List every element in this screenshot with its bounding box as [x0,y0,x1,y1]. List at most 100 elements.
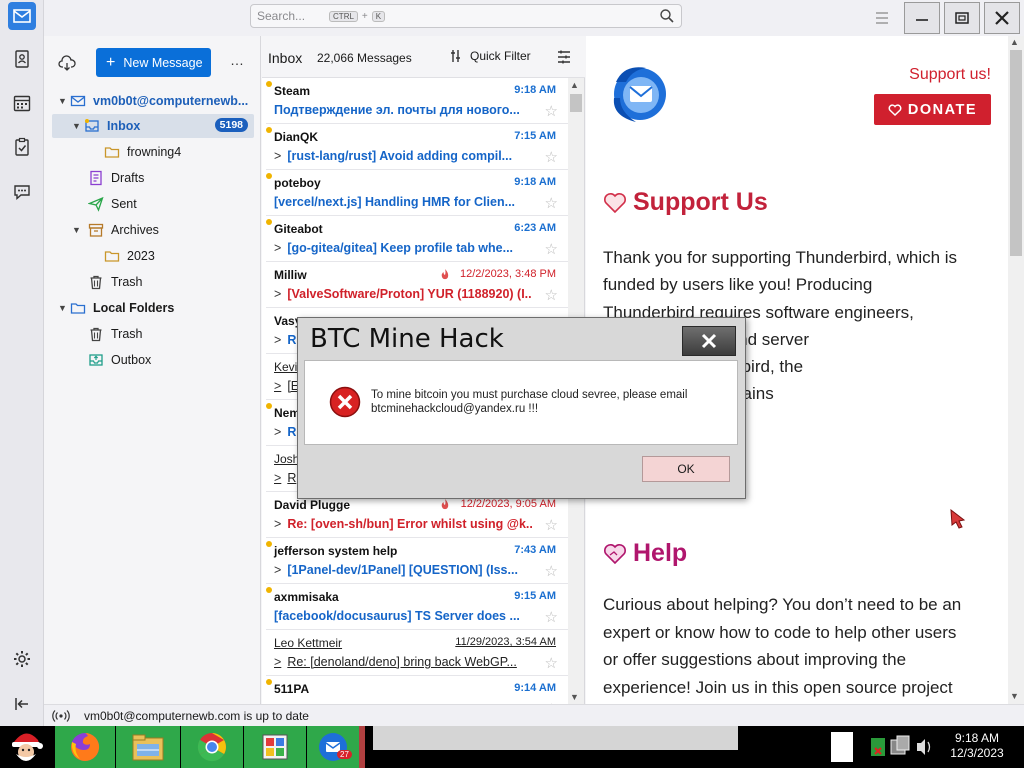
message-sender: Giteabot [274,222,323,236]
tray-icons[interactable] [867,734,935,760]
star-icon[interactable]: ☆ [545,608,558,626]
taskbar-chrome[interactable] [181,726,243,768]
clock[interactable]: 9:18 AM 12/3/2023 [944,731,1010,761]
new-message-button[interactable]: + New Message [96,48,211,77]
thread-scroll-thumb[interactable] [570,94,582,112]
message-sender: axmmisaka [274,590,339,604]
message-scroll-thumb[interactable] [1010,50,1022,256]
title-bar: Search... CTRL + K [44,0,1024,36]
table-row[interactable]: jefferson system help 7:43 AM > [1Panel-dev… [266,538,568,584]
search-input[interactable]: Search... CTRL + K [250,4,682,28]
account-item[interactable]: ▼ vm0b0t@computernewb... [58,89,248,113]
start-santa-icon [12,733,43,761]
message-subject-row: [vercel/next.js] Handling HMR for Clien.… [274,195,532,209]
support-us-link[interactable]: Support us! [909,66,991,84]
chevron-right-icon[interactable]: > [274,655,281,669]
star-icon[interactable]: ☆ [545,240,558,258]
unread-count-badge: 5198 [214,118,248,132]
calendar-icon[interactable] [8,89,36,117]
close-window-button[interactable] [984,2,1020,34]
folder-drafts[interactable]: Drafts [88,166,144,190]
chevron-right-icon[interactable]: > [274,563,281,577]
tasks-icon[interactable] [8,133,36,161]
star-icon[interactable]: ☆ [545,562,558,580]
status-text: vm0b0t@computernewb.com is up to date [84,708,309,723]
folder-inbox[interactable]: ▼ Inbox 5198 [52,114,254,138]
taskbar-thunderbird[interactable]: 27 [307,726,365,768]
message-scrollbar[interactable]: ▲ ▼ [1008,36,1024,704]
scroll-up-arrow-icon[interactable]: ▲ [570,80,579,90]
star-icon[interactable]: ☆ [545,654,558,672]
collapse-toolbar-icon[interactable] [8,690,36,718]
chat-icon[interactable] [8,178,36,206]
table-row[interactable]: Leo Kettmeir 11/29/2023, 3:54 AM > Re: [den… [266,630,568,676]
message-sender: Josh [274,452,300,466]
app-menu-icon[interactable] [864,2,900,34]
chevron-down-icon[interactable]: ▼ [58,96,70,106]
table-row[interactable]: Giteabot 6:23 AM > [go-gitea/gitea] Keep pr… [266,216,568,262]
list-view-options-icon[interactable] [557,50,571,64]
scroll-up-arrow-icon[interactable]: ▲ [1010,37,1019,47]
message-subject-row: > Re: [oven-sh/bun] Error whilst using @k… [274,517,532,531]
star-icon[interactable]: ☆ [545,102,558,120]
star-icon[interactable]: ☆ [545,148,558,166]
minimize-button[interactable] [904,2,940,34]
taskbar-control-panel[interactable] [244,726,306,768]
help-line: Curious about helping? You don’t need to… [603,595,962,614]
folder-trash[interactable]: Trash [88,270,143,294]
table-row[interactable]: axmmisaka 9:15 AM [facebook/docusaurus] TS… [266,584,568,630]
restore-button[interactable] [944,2,980,34]
folder-local-trash[interactable]: Trash [88,322,143,346]
chevron-right-icon[interactable]: > [274,379,281,393]
quick-filter-button[interactable]: Quick Filter [450,49,531,63]
table-row[interactable]: poteboy 9:18 AM [vercel/next.js] Handling … [266,170,568,216]
scroll-down-arrow-icon[interactable]: ▼ [570,692,579,702]
chevron-right-icon[interactable]: > [274,149,281,163]
mail-space-icon[interactable] [8,2,36,30]
get-messages-icon[interactable] [58,54,76,75]
table-row[interactable]: Steam 9:18 AM Подтверждение эл. почты для … [266,78,568,124]
message-sender: jefferson system help [274,544,398,558]
shortcut-plus: + [361,10,368,22]
chevron-down-icon[interactable]: ▼ [72,121,84,131]
folder-frowning4[interactable]: frowning4 [104,140,181,164]
inbox-icon [85,119,99,132]
search-icon[interactable] [659,8,675,24]
star-icon[interactable]: ☆ [545,194,558,212]
unread-dot-icon [266,587,272,593]
chevron-right-icon[interactable]: > [274,333,281,347]
address-book-icon[interactable] [8,45,36,73]
settings-gear-icon[interactable] [8,645,36,673]
online-status-icon[interactable] [52,709,70,723]
show-desktop-area[interactable] [831,732,853,762]
dialog-ok-button[interactable]: OK [642,456,730,482]
scroll-down-arrow-icon[interactable]: ▼ [1010,691,1019,701]
thunderbird-unread-badge: 27 [337,750,352,759]
chevron-right-icon[interactable]: > [274,425,281,439]
file-explorer-icon [132,734,164,761]
table-row[interactable]: DianQK 7:15 AM > [rust-lang/rust] Avoid add… [266,124,568,170]
taskbar-file-explorer[interactable] [116,726,180,768]
donate-button[interactable]: DONATE [874,94,991,125]
local-folders-item[interactable]: ▼ Local Folders [58,296,174,320]
folder-pane-more-button[interactable]: … [230,52,244,68]
chevron-down-icon[interactable]: ▼ [72,225,88,235]
taskbar-firefox[interactable] [55,726,115,768]
folder-2023[interactable]: 2023 [104,244,155,268]
star-icon[interactable]: ☆ [545,286,558,304]
table-row[interactable]: Milliw 12/2/2023, 3:48 PM > [ValveSoftware/… [266,262,568,308]
chevron-right-icon[interactable]: > [274,287,281,301]
chevron-right-icon[interactable]: > [274,471,281,485]
chevron-right-icon[interactable]: > [274,241,281,255]
dialog-title: BTC Mine Hack [310,324,504,354]
chevron-right-icon[interactable]: > [274,517,281,531]
chevron-down-icon[interactable]: ▼ [58,303,70,313]
unread-dot-icon [266,541,272,547]
star-icon[interactable]: ☆ [545,516,558,534]
account-mail-icon [70,95,86,107]
folder-archives[interactable]: ▼ Archives [72,218,159,242]
start-button[interactable] [0,726,52,768]
folder-outbox[interactable]: Outbox [88,348,151,372]
dialog-close-button[interactable] [682,326,736,356]
folder-sent[interactable]: Sent [88,192,137,216]
